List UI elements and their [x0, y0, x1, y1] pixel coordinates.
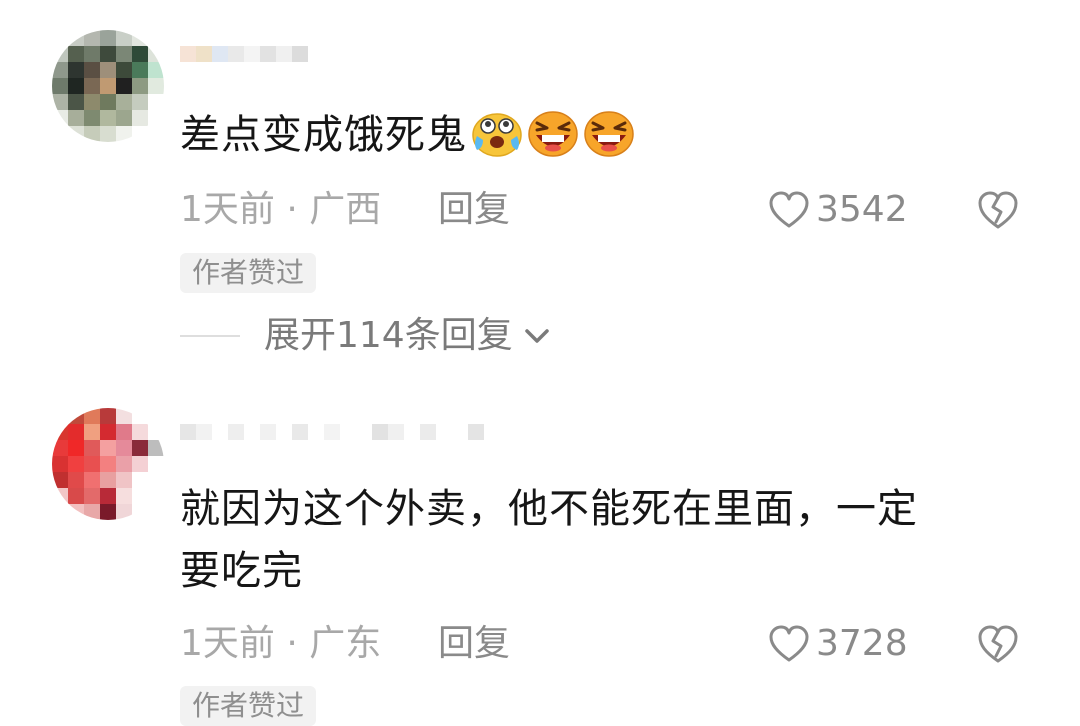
user-avatar[interactable]	[52, 30, 164, 142]
heart-outline-icon	[769, 191, 809, 228]
comment-text-line-1: 就因为这个外卖，他不能死在里面，一定	[180, 486, 918, 532]
heart-outline-icon	[769, 625, 809, 662]
comment-time-location: 1天前 · 广东	[180, 623, 382, 664]
grinning-emoji-icon	[528, 111, 578, 157]
username[interactable]	[180, 424, 484, 458]
crying-laughing-emoji-icon	[472, 113, 522, 157]
reply-button[interactable]: 回复	[438, 622, 510, 666]
author-liked-badge: 作者赞过	[180, 253, 317, 293]
broken-heart-icon[interactable]	[976, 622, 1020, 666]
like-button[interactable]: 3542	[768, 188, 908, 232]
reply-button[interactable]: 回复	[438, 188, 510, 232]
grinning-emoji-icon	[584, 111, 634, 157]
comment-text-line-2: 要吃完	[180, 548, 303, 594]
comment-text: 就因为这个外卖，他不能死在里面，一定 要吃完	[180, 478, 1010, 602]
like-count: 3542	[816, 189, 908, 230]
comment-time-location: 1天前 · 广西	[180, 189, 382, 230]
chevron-down-icon	[524, 329, 549, 343]
user-avatar[interactable]	[52, 408, 164, 520]
comment-text: 差点变成饿死鬼	[180, 104, 1010, 166]
expand-replies-label: 展开114条回复	[264, 315, 513, 356]
broken-heart-icon[interactable]	[976, 188, 1020, 232]
author-liked-badge: 作者赞过	[180, 686, 317, 726]
username[interactable]	[180, 46, 308, 80]
like-count: 3728	[816, 623, 908, 664]
comment-text-content: 差点变成饿死鬼	[180, 112, 467, 158]
expand-replies-button[interactable]: 展开114条回复	[180, 314, 553, 358]
like-button[interactable]: 3728	[768, 622, 908, 666]
divider-line	[180, 335, 240, 337]
